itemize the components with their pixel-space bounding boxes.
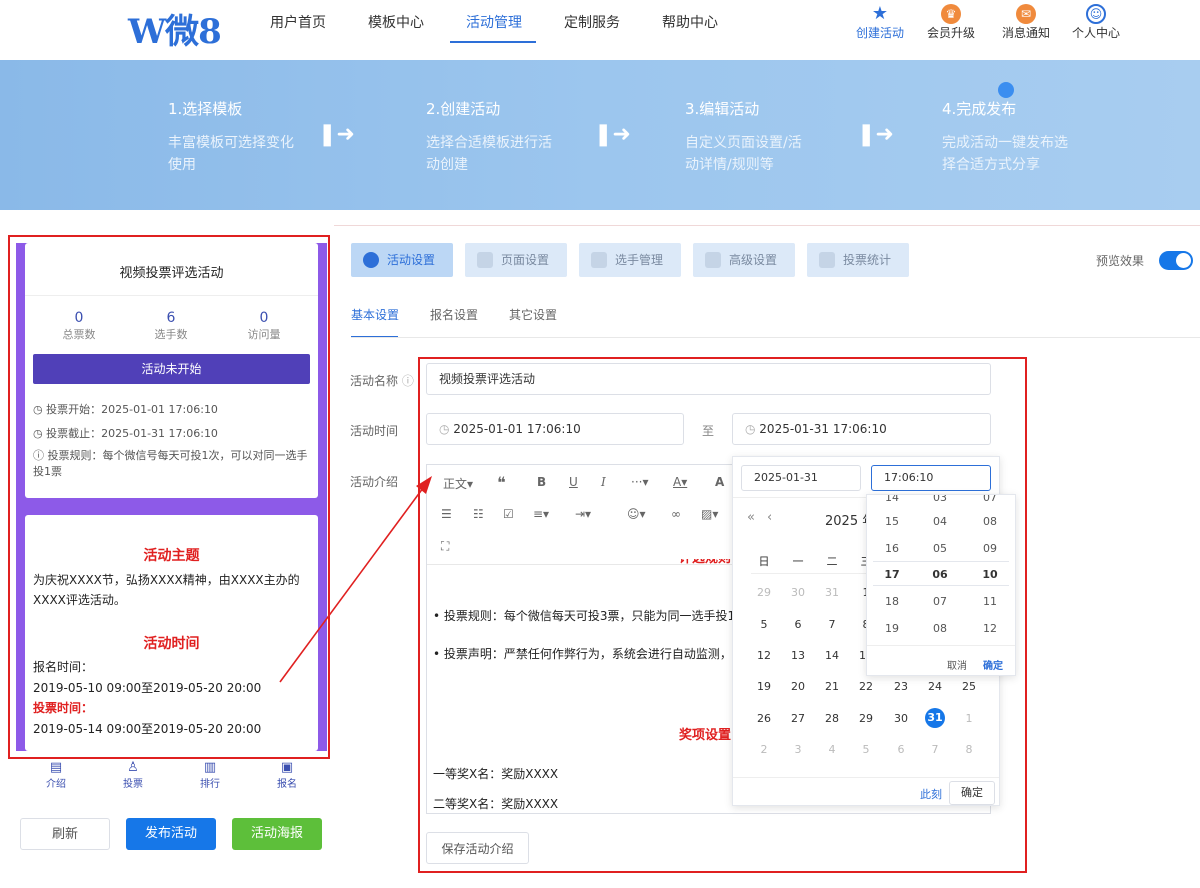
preview-nav-vote[interactable]: ♙ 投票 bbox=[111, 760, 155, 790]
activity-name-label: 活动名称 ⓘ bbox=[350, 374, 414, 388]
step-4-title: 4.完成发布 bbox=[942, 100, 1017, 118]
subtab-signup-settings[interactable]: 报名设置 bbox=[430, 306, 478, 323]
create-activity-button[interactable]: ★ 创建活动 bbox=[850, 4, 910, 41]
tab-page-settings[interactable]: 页面设置 bbox=[465, 243, 567, 277]
step-3-desc: 自定义页面设置/活动详情/规则等 bbox=[685, 135, 802, 173]
steps-banner: 1.选择模板 丰富模板可选择变化使用 ❚➜ 2.创建活动 选择合适模板进行活动创… bbox=[0, 60, 1200, 210]
activity-poster-button[interactable]: 活动海报 bbox=[232, 818, 322, 850]
tab-activity-settings[interactable]: 活动设置 bbox=[351, 243, 453, 277]
contestant-icon bbox=[591, 252, 607, 268]
divider bbox=[351, 337, 1200, 338]
signup-icon: ▣ bbox=[280, 760, 294, 775]
nav-activity-management[interactable]: 活动管理 bbox=[466, 12, 522, 32]
bell-icon: ✉ bbox=[1016, 4, 1036, 24]
star-icon: ★ bbox=[871, 3, 889, 24]
site-logo[interactable]: W微8 bbox=[128, 4, 222, 53]
step-2-title: 2.创建活动 bbox=[426, 100, 501, 118]
user-icon: ☺ bbox=[1086, 4, 1106, 24]
user-center-button[interactable]: ☺ 个人中心 bbox=[1066, 4, 1126, 41]
divider bbox=[334, 225, 1200, 226]
preview-nav-ranking[interactable]: ▥ 排行 bbox=[188, 760, 232, 790]
nav-active-indicator bbox=[450, 41, 536, 43]
nav-templates[interactable]: 模板中心 bbox=[368, 12, 424, 32]
step-4-desc: 完成活动一键发布选择合适方式分享 bbox=[942, 135, 1068, 173]
notifications-button[interactable]: ✉ 消息通知 bbox=[996, 4, 1056, 41]
tab-contestant-management[interactable]: 选手管理 bbox=[579, 243, 681, 277]
step-1-title: 1.选择模板 bbox=[168, 100, 243, 118]
subtab-basic-settings[interactable]: 基本设置 bbox=[351, 306, 399, 323]
arrow-line bbox=[279, 483, 427, 683]
preview-toggle-switch[interactable] bbox=[1159, 251, 1193, 270]
form-highlight-frame bbox=[418, 357, 1027, 873]
refresh-button[interactable]: 刷新 bbox=[20, 818, 110, 850]
bar-chart-icon: ▥ bbox=[203, 760, 217, 775]
document-icon: ▤ bbox=[49, 760, 63, 775]
publish-activity-button[interactable]: 发布活动 bbox=[126, 818, 216, 850]
preview-nav-intro[interactable]: ▤ 介绍 bbox=[34, 760, 78, 790]
subtab-other-settings[interactable]: 其它设置 bbox=[509, 306, 557, 323]
tab-advanced-settings[interactable]: 高级设置 bbox=[693, 243, 795, 277]
step-1-desc: 丰富模板可选择变化使用 bbox=[168, 135, 294, 173]
preview-nav-signup[interactable]: ▣ 报名 bbox=[265, 760, 309, 790]
nav-custom-service[interactable]: 定制服务 bbox=[564, 12, 620, 32]
top-header: W微8 用户首页 模板中心 活动管理 定制服务 帮助中心 ★ 创建活动 ♛ 会员… bbox=[0, 0, 1200, 60]
annotation-arrow bbox=[279, 476, 432, 683]
statistics-icon bbox=[819, 252, 835, 268]
arrow-right-icon: ❚➜ bbox=[857, 122, 894, 147]
decor-dot bbox=[998, 82, 1014, 98]
step-2-desc: 选择合适模板进行活动创建 bbox=[426, 135, 552, 173]
crown-icon: ♛ bbox=[941, 4, 961, 24]
toggle-knob bbox=[1176, 253, 1191, 268]
nav-home[interactable]: 用户首页 bbox=[270, 12, 326, 32]
page-icon bbox=[477, 252, 493, 268]
arrow-right-icon: ❚➜ bbox=[318, 122, 355, 147]
member-upgrade-button[interactable]: ♛ 会员升级 bbox=[921, 4, 981, 41]
arrow-head bbox=[416, 476, 432, 494]
preview-toggle-label: 预览效果 bbox=[1096, 254, 1145, 268]
step-3-title: 3.编辑活动 bbox=[685, 100, 760, 118]
help-icon: ⓘ bbox=[401, 374, 414, 388]
activity-time-label: 活动时间 bbox=[350, 424, 399, 438]
arrow-right-icon: ❚➜ bbox=[594, 122, 631, 147]
settings-icon bbox=[705, 252, 721, 268]
nav-help[interactable]: 帮助中心 bbox=[662, 12, 718, 32]
tab-vote-statistics[interactable]: 投票统计 bbox=[807, 243, 909, 277]
person-icon: ♙ bbox=[127, 760, 139, 775]
heart-icon bbox=[363, 252, 379, 268]
